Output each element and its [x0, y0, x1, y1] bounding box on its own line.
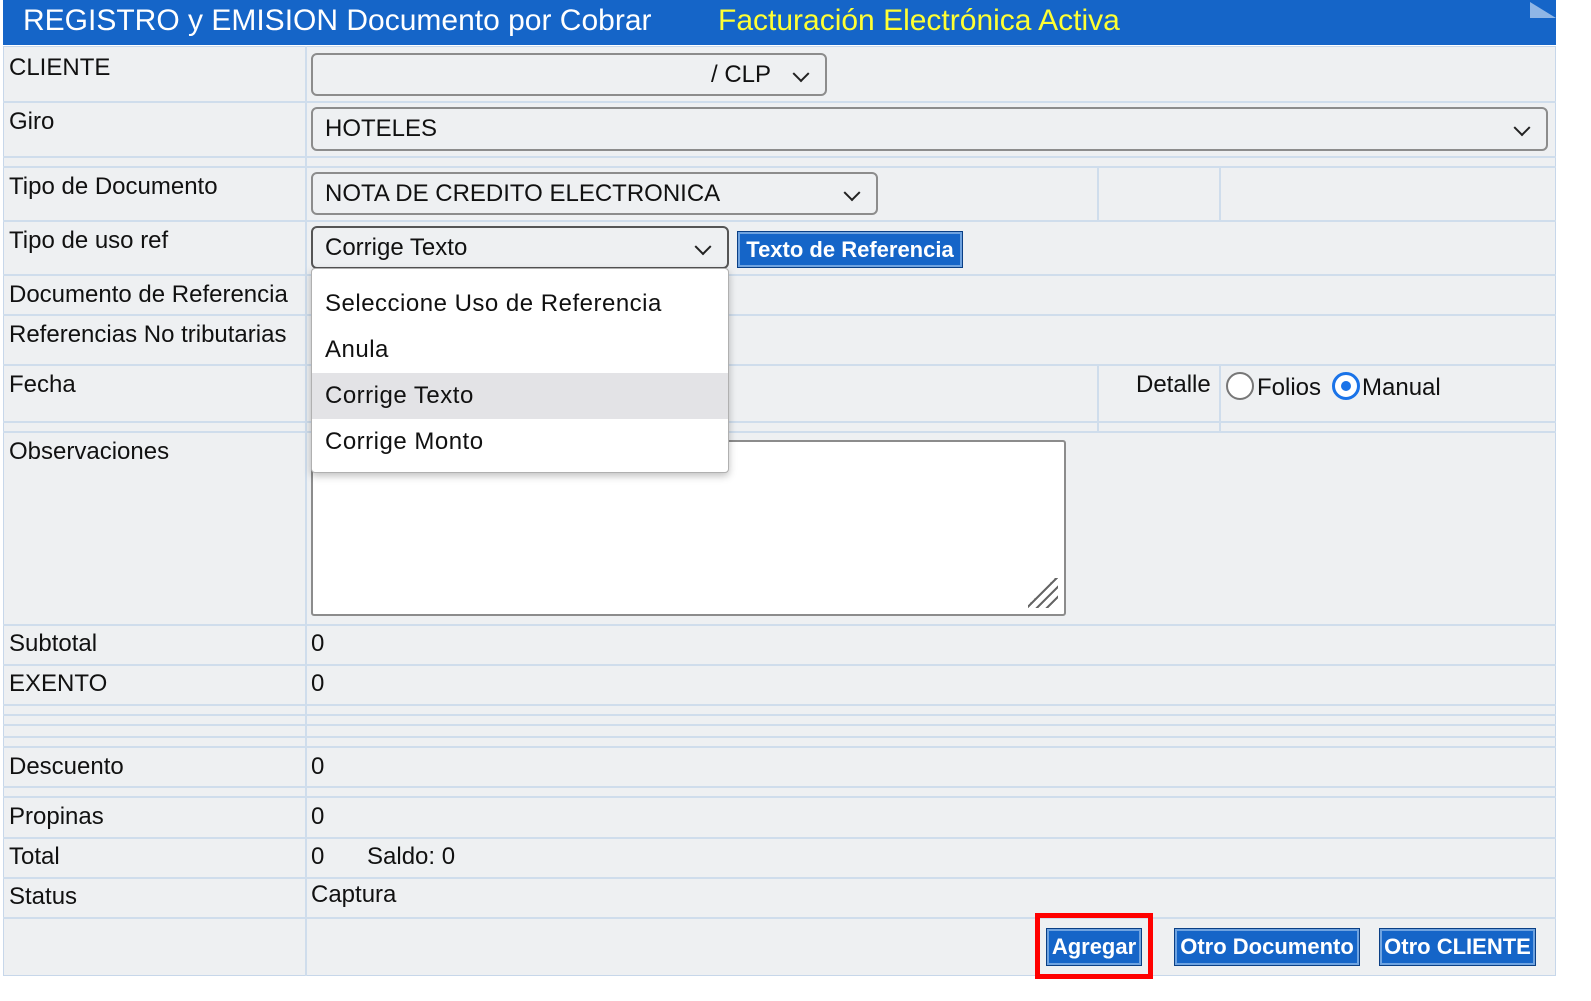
chevron-down-icon: [843, 183, 861, 201]
otro-documento-button[interactable]: Otro Documento: [1174, 928, 1360, 966]
label-propinas: Propinas: [9, 803, 104, 830]
highlight-box: [1035, 913, 1153, 979]
label-total: Total: [9, 843, 60, 870]
dropdown-option[interactable]: Anula: [312, 327, 728, 373]
page-title: REGISTRO y EMISION Documento por Cobrar: [23, 4, 652, 37]
label-fecha: Fecha: [9, 371, 76, 398]
dropdown-option[interactable]: Corrige Monto: [312, 419, 728, 465]
label-exento: EXENTO: [9, 670, 108, 697]
dropdown-option[interactable]: Seleccione Uso de Referencia: [312, 281, 728, 327]
label-subtotal: Subtotal: [9, 630, 98, 657]
dropdown-option-selected[interactable]: Corrige Texto: [312, 373, 728, 419]
label-tipo-documento: Tipo de Documento: [9, 173, 218, 200]
label-giro: Giro: [9, 108, 55, 135]
row-exento: [3, 664, 1556, 706]
form-header: REGISTRO y EMISION Documento por Cobrar …: [3, 0, 1556, 45]
label-descuento: Descuento: [9, 753, 124, 780]
texto-referencia-button[interactable]: Texto de Referencia: [737, 231, 963, 268]
radio-folios-label: Folios: [1257, 374, 1322, 401]
row-status: [3, 877, 1556, 919]
einvoice-status: Facturación Electrónica Activa: [718, 4, 1120, 37]
label-referencias-no-tributarias: Referencias No tributarias: [9, 321, 287, 348]
row-descuento: [3, 746, 1556, 788]
radio-manual[interactable]: [1332, 372, 1360, 400]
row-subtotal: [3, 624, 1556, 666]
row-fecha: [3, 364, 1556, 423]
tipo-documento-select[interactable]: NOTA DE CREDITO ELECTRONICA: [311, 172, 878, 215]
saldo-value: Saldo: 0: [367, 843, 456, 870]
label-tipo-uso-ref: Tipo de uso ref: [9, 227, 169, 254]
chevron-down-icon: [694, 237, 712, 255]
tipo-documento-value: NOTA DE CREDITO ELECTRONICA: [325, 179, 721, 207]
cell-divider: [1097, 364, 1099, 431]
propinas-value: 0: [311, 803, 325, 830]
tipo-uso-ref-dropdown: Seleccione Uso de Referencia Anula Corri…: [311, 268, 729, 473]
corner-fold-icon: [1530, 2, 1556, 18]
label-cliente: CLIENTE: [9, 54, 111, 81]
resize-handle-icon[interactable]: [1028, 578, 1058, 608]
total-value: 0: [311, 843, 325, 870]
cliente-select-value: / CLP: [711, 60, 772, 88]
descuento-value: 0: [311, 753, 325, 780]
label-observaciones: Observaciones: [9, 438, 170, 465]
row-propinas: [3, 796, 1556, 839]
subtotal-value: 0: [311, 630, 325, 657]
giro-select[interactable]: HOTELES: [311, 107, 1548, 151]
tipo-uso-ref-select[interactable]: Corrige Texto: [311, 226, 729, 269]
giro-select-value: HOTELES: [325, 115, 438, 142]
exento-value: 0: [311, 670, 325, 697]
status-value: Captura: [311, 881, 397, 908]
radio-manual-label: Manual: [1362, 374, 1441, 401]
cell-divider: [1219, 364, 1221, 431]
radio-folios[interactable]: [1226, 372, 1254, 400]
chevron-down-icon: [792, 64, 810, 82]
otro-cliente-button[interactable]: Otro CLIENTE: [1379, 928, 1536, 966]
label-documento-referencia: Documento de Referencia: [9, 281, 288, 308]
label-detalle: Detalle: [1136, 371, 1211, 398]
cell-divider: [1097, 166, 1099, 220]
tipo-uso-ref-value: Corrige Texto: [325, 233, 468, 261]
cliente-select[interactable]: / CLP: [311, 53, 827, 96]
row-total: [3, 837, 1556, 879]
label-status: Status: [9, 883, 78, 910]
cell-divider: [1219, 166, 1221, 220]
chevron-down-icon: [1513, 119, 1531, 137]
